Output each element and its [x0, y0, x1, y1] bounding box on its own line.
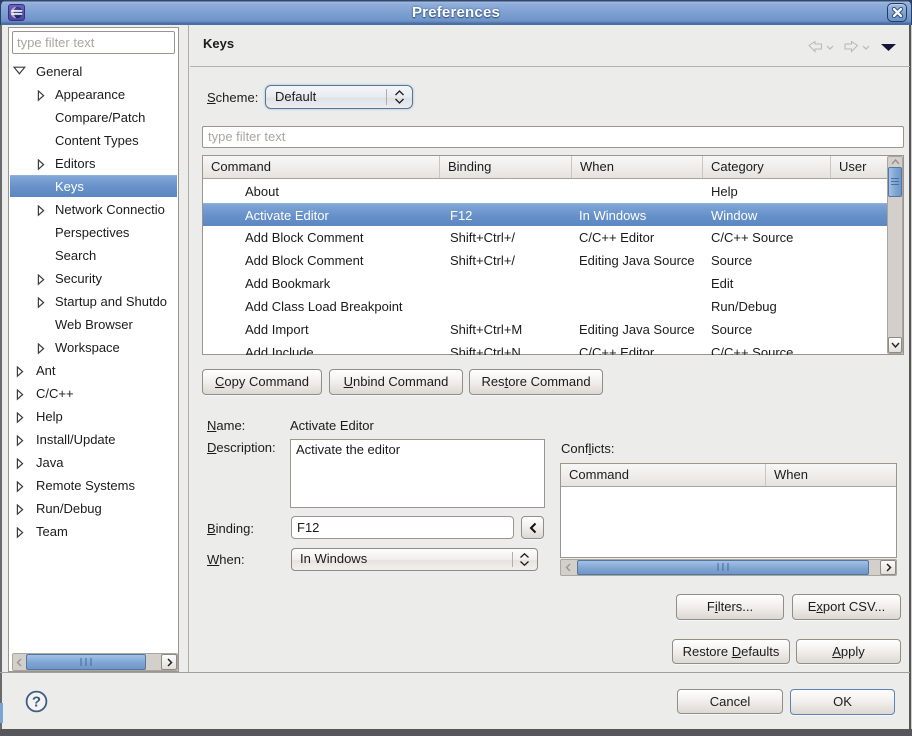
svg-text:?: ?: [32, 694, 41, 711]
